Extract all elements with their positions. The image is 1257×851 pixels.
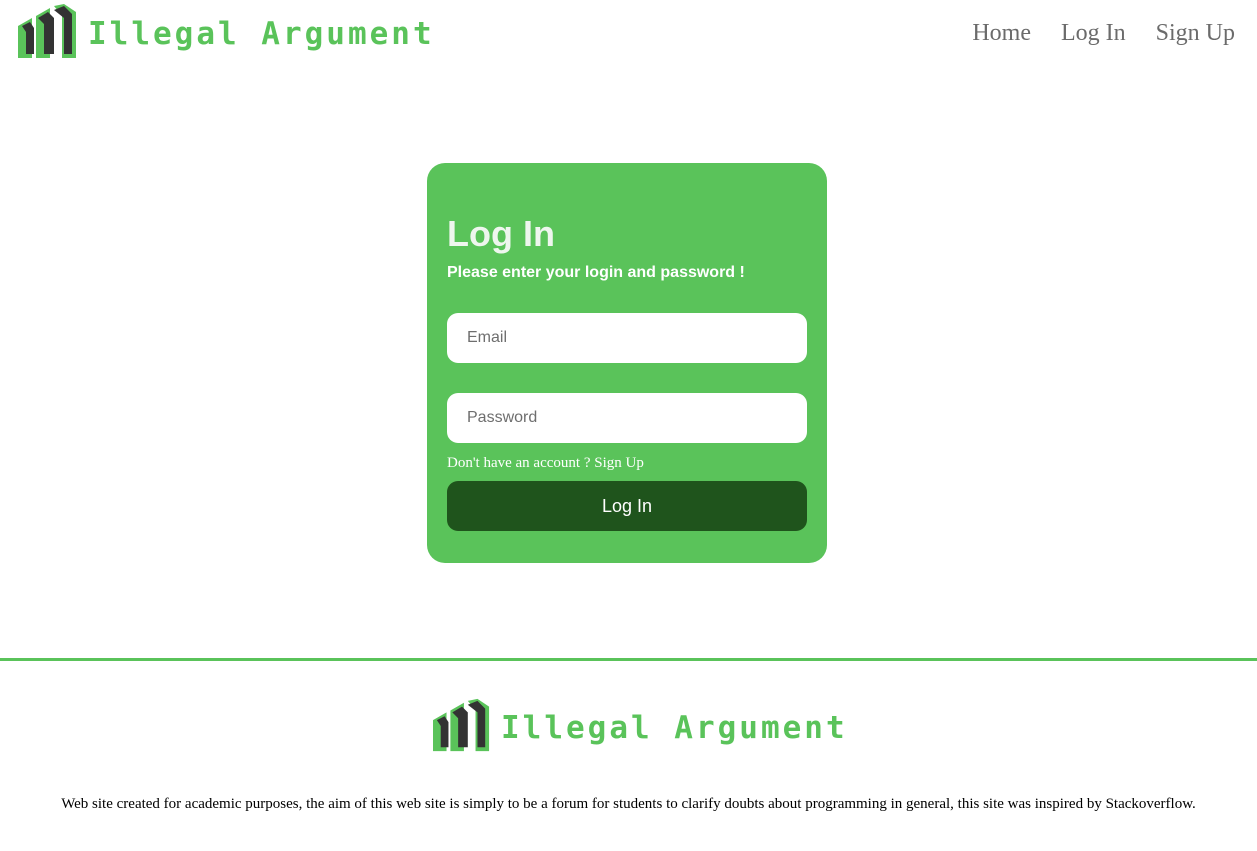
footer-divider: [0, 658, 1257, 661]
stacked-bars-logo-icon: [433, 698, 490, 752]
password-field[interactable]: [447, 393, 807, 443]
email-field[interactable]: [447, 313, 807, 363]
footer-brand: Illegal Argument: [433, 698, 848, 752]
site-header: Illegal Argument Home Log In Sign Up: [0, 0, 1257, 64]
main-nav: Home Log In Sign Up: [972, 18, 1235, 48]
page: Illegal Argument Home Log In Sign Up Log…: [0, 0, 1257, 851]
login-title: Log In: [447, 213, 555, 254]
login-subtitle: Please enter your login and password !: [447, 264, 745, 281]
signup-link[interactable]: Don't have an account ? Sign Up: [447, 453, 644, 473]
footer-brand-name: Illegal Argument: [501, 709, 848, 746]
nav-login-link[interactable]: Log In: [1061, 18, 1126, 48]
stacked-bars-logo-icon: [18, 4, 76, 58]
nav-signup-link[interactable]: Sign Up: [1156, 18, 1235, 48]
footer-description: Web site created for academic purposes, …: [61, 796, 1196, 812]
login-button[interactable]: Log In: [447, 481, 807, 531]
login-card: Log In Please enter your login and passw…: [427, 163, 827, 563]
brand-logo-link[interactable]: Illegal Argument: [18, 4, 435, 58]
brand-name: Illegal Argument: [88, 15, 435, 52]
nav-home-link[interactable]: Home: [972, 18, 1031, 48]
